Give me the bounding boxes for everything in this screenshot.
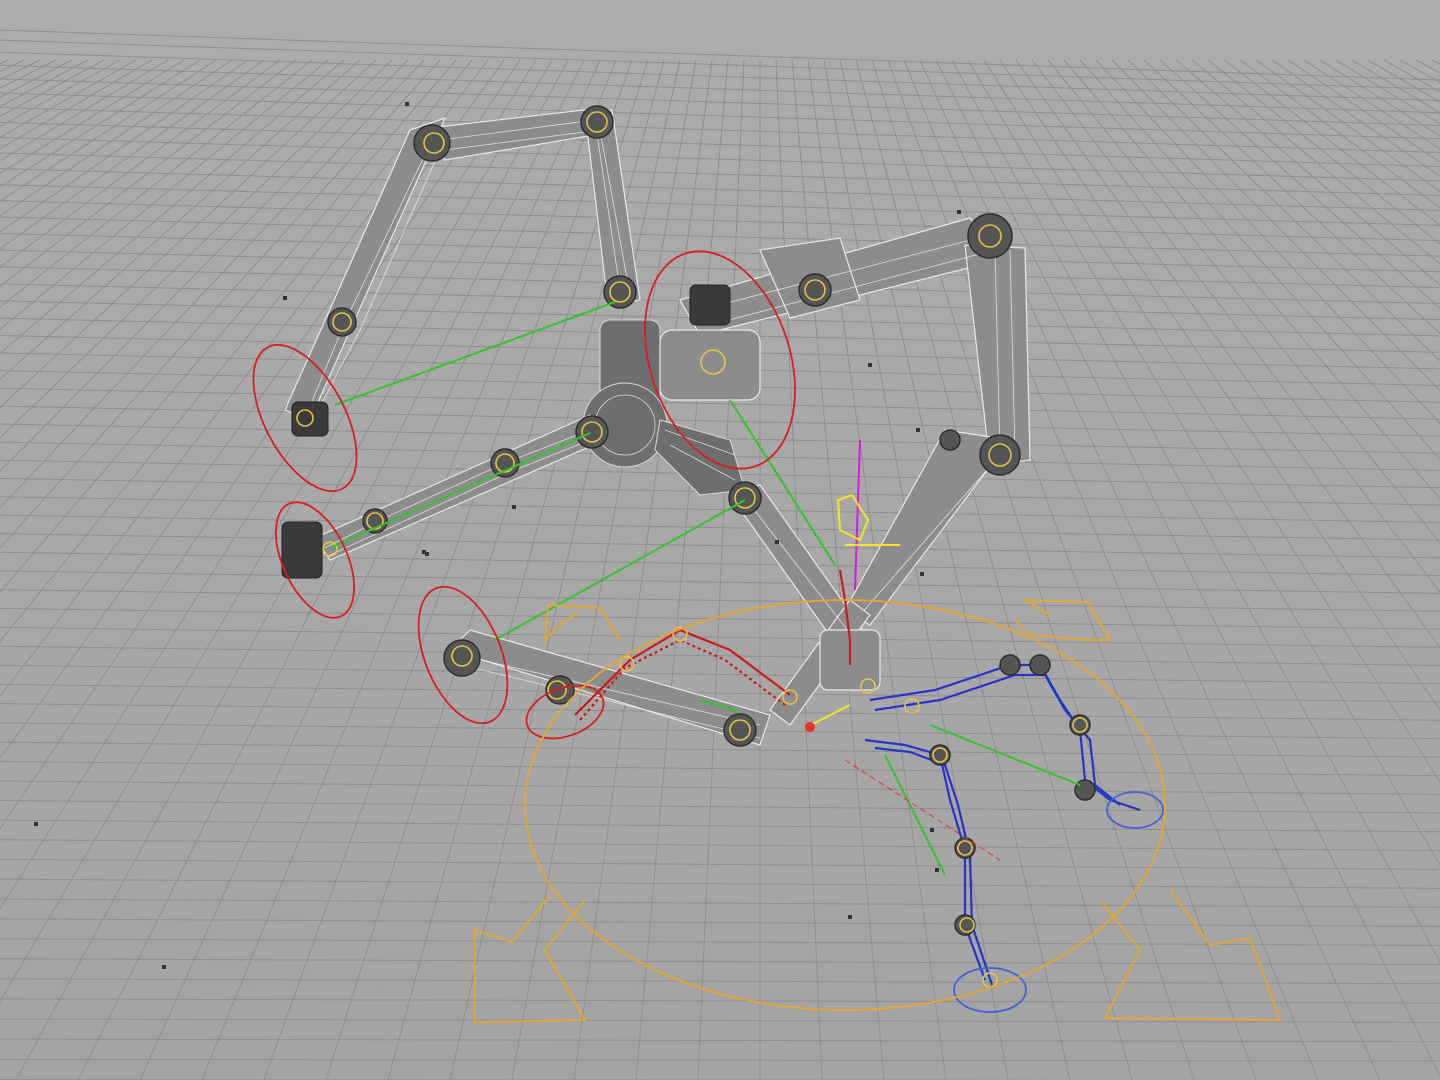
grid-line xyxy=(0,59,233,217)
vertex-speck xyxy=(34,822,38,826)
vertex-speck xyxy=(848,915,852,919)
grid-line xyxy=(1079,59,1440,460)
grid-line xyxy=(823,59,1009,1080)
grid-line xyxy=(1159,59,1440,310)
grid-line xyxy=(0,59,553,1003)
grid-line xyxy=(0,858,1440,870)
grid-line xyxy=(0,645,1440,666)
viewport-scene[interactable] xyxy=(0,0,1440,1080)
grid-line xyxy=(0,59,393,439)
vertex-speck xyxy=(920,572,924,576)
grid-line xyxy=(1255,59,1440,193)
grid-line xyxy=(1207,59,1440,245)
grid-line xyxy=(697,59,745,1080)
grid-line xyxy=(0,59,137,138)
grid-line xyxy=(1415,59,1440,74)
grid-line xyxy=(0,1038,1440,1043)
grid-line xyxy=(919,59,1381,1080)
grid-line xyxy=(0,998,1440,1004)
grid-line xyxy=(77,59,585,1080)
grid-line xyxy=(0,59,41,81)
grid-line xyxy=(0,607,1440,630)
grid-line xyxy=(1143,59,1440,335)
grid-line xyxy=(0,59,73,98)
vertex-speck xyxy=(930,828,934,832)
grid-line xyxy=(0,741,1440,758)
grid-line xyxy=(871,59,1195,1080)
vertex-speck xyxy=(162,965,166,969)
grid-line xyxy=(0,978,1440,985)
grid-line xyxy=(967,59,1440,867)
grid-line xyxy=(0,59,153,150)
spider-rig[interactable] xyxy=(34,102,1282,1023)
grid-line xyxy=(1351,59,1440,114)
grid-line xyxy=(0,533,1440,559)
grid-line xyxy=(0,92,1440,140)
grid-line xyxy=(1383,59,1440,93)
grid-line xyxy=(0,551,1440,577)
grid-line xyxy=(1127,59,1440,362)
grid-line xyxy=(0,405,1440,437)
grid-line xyxy=(0,59,297,287)
grid-line xyxy=(201,59,617,1080)
grid-line xyxy=(887,59,1257,1080)
grid-line xyxy=(0,626,1440,648)
3d-viewport[interactable] xyxy=(0,0,1440,1080)
grid-line xyxy=(0,664,1440,685)
grid-line xyxy=(1319,59,1440,137)
grid-line xyxy=(1239,59,1440,209)
vertex-speck xyxy=(868,363,872,367)
foot-target-ring[interactable] xyxy=(953,967,1027,1013)
grid-line xyxy=(139,59,601,1080)
grid-line xyxy=(0,59,281,268)
grid-line xyxy=(0,59,121,128)
grid-line xyxy=(999,59,1440,712)
grid-line xyxy=(1399,59,1440,83)
vertex-speck xyxy=(512,505,516,509)
vertex-speck xyxy=(916,428,920,432)
grid-line xyxy=(983,59,1440,784)
grid-line xyxy=(0,780,1440,795)
grid-line xyxy=(0,200,1440,242)
grid-line xyxy=(0,59,409,472)
vertex-speck xyxy=(405,102,409,106)
grid-line xyxy=(0,232,1440,273)
lower-center-arm[interactable] xyxy=(443,481,881,747)
grid-line xyxy=(0,59,217,202)
grid-line xyxy=(1191,59,1440,265)
grid-line xyxy=(0,216,1440,257)
grid-line xyxy=(0,878,1440,889)
grid-line xyxy=(0,683,1440,703)
grid-line xyxy=(449,59,681,1080)
grid-line xyxy=(935,59,1440,1078)
vertex-speck xyxy=(935,868,939,872)
grid-line xyxy=(0,761,1440,777)
grid-line xyxy=(0,918,1440,927)
vertex-speck xyxy=(283,296,287,300)
grid-line xyxy=(0,898,1440,908)
grid-line xyxy=(0,1058,1440,1062)
grid-line xyxy=(0,59,313,308)
grid-line xyxy=(0,51,1440,102)
grid-line xyxy=(0,59,105,117)
grid-line xyxy=(0,958,1440,966)
grid-line xyxy=(1303,59,1440,150)
grid-line xyxy=(0,59,425,509)
grid-line xyxy=(0,59,201,188)
vertex-speck xyxy=(425,552,429,556)
grid-line xyxy=(0,819,1440,833)
grid-line xyxy=(0,59,265,250)
vertex-speck xyxy=(957,210,961,214)
grid-line xyxy=(635,59,729,1080)
floor-grid xyxy=(0,29,1440,1080)
grid-line xyxy=(0,59,169,162)
grid-line xyxy=(1431,59,1440,65)
grid-line xyxy=(573,59,713,1080)
vertex-speck xyxy=(775,540,779,544)
grid-line xyxy=(1111,59,1440,392)
grid-line xyxy=(1095,59,1440,424)
